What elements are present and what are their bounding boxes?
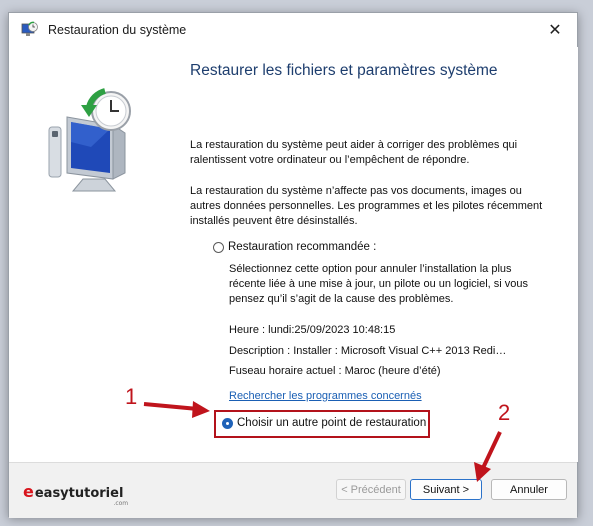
annotation-arrow-2 bbox=[481, 431, 502, 469]
annotation-arrow-1 bbox=[143, 402, 199, 411]
annotation-arrows bbox=[143, 401, 502, 482]
annotation-arrowhead-1 bbox=[192, 401, 210, 418]
